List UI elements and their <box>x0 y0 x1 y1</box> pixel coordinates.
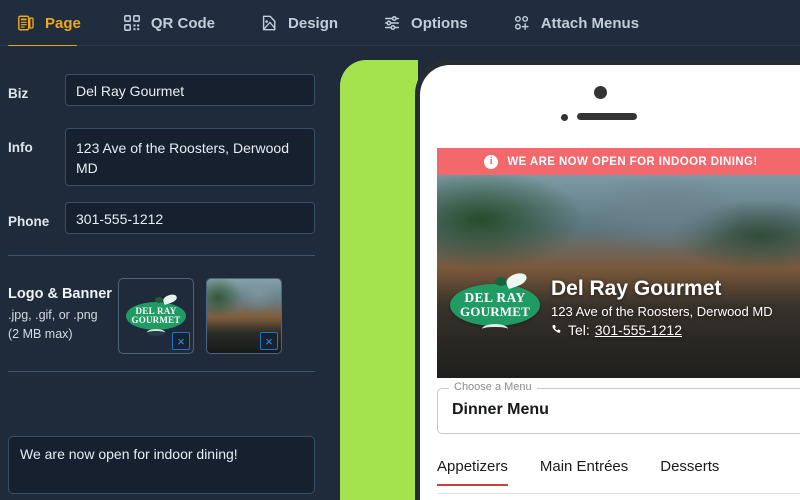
biz-input[interactable]: Del Ray Gourmet <box>65 74 315 106</box>
tab-qr-code[interactable]: QR Code <box>122 0 215 46</box>
tab-page-label: Page <box>45 14 81 32</box>
phone-mockup-frame: i WE ARE NOW OPEN FOR INDOOR DINING! DEL… <box>415 60 800 500</box>
preview-alert-banner: i WE ARE NOW OPEN FOR INDOOR DINING! <box>437 148 800 175</box>
logo-banner-labels: Logo & Banner .jpg, .gif, or .png (2 MB … <box>8 278 118 354</box>
logo-leaf-dark-icon <box>155 297 163 303</box>
tab-design-label: Design <box>288 14 339 32</box>
message-textarea[interactable]: We are now open for indoor dining! <box>8 436 315 494</box>
logo-leaf-light-icon <box>162 293 178 305</box>
tab-options-label: Options <box>411 14 468 32</box>
phone-screen: i WE ARE NOW OPEN FOR INDOOR DINING! DEL… <box>420 65 800 500</box>
tab-options[interactable]: Options <box>382 0 468 46</box>
tab-qr-code-label: QR Code <box>150 14 216 32</box>
divider-upper <box>8 255 315 256</box>
logo-banner-title: Logo & Banner <box>8 286 112 302</box>
biz-label: Biz <box>8 86 29 101</box>
preview-hero-image: DEL RAY GOURMET Del Ray Gourmet 123 Ave … <box>437 175 800 378</box>
preview-business-address: 123 Ave of the Roosters, Derwood MD <box>551 304 773 320</box>
logo-oval-shape: DEL RAY GOURMET <box>126 302 186 330</box>
preview-business-info: Del Ray Gourmet 123 Ave of the Roosters,… <box>551 274 773 338</box>
phone-input[interactable]: 301-555-1212 <box>65 202 315 234</box>
phone-camera-icon <box>594 86 607 99</box>
phone-icon <box>552 325 561 333</box>
info-label: Info <box>8 140 33 155</box>
remove-logo-button[interactable]: × <box>172 332 190 350</box>
hero-logo-oval: DEL RAY GOURMET <box>450 284 540 326</box>
design-icon <box>259 13 279 33</box>
preview-alert-text: WE ARE NOW OPEN FOR INDOOR DINING! <box>507 155 758 168</box>
logo-banner-section: Logo & Banner .jpg, .gif, or .png (2 MB … <box>8 278 315 354</box>
upload-thumbnails: DEL RAY GOURMET × × <box>118 278 282 354</box>
phone-label: Phone <box>8 214 50 229</box>
preview-accent-panel <box>340 60 418 500</box>
info-input[interactable]: 123 Ave of the Roosters, Derwood MD <box>65 128 315 186</box>
logo-banner-maxsize: (2 MB max) <box>8 327 73 342</box>
sliders-icon <box>382 13 402 33</box>
menu-select[interactable]: Choose a Menu Dinner Menu <box>437 381 800 434</box>
menu-tab-appetizers[interactable]: Appetizers <box>437 448 508 486</box>
hero-logo-line2: GOURMET <box>459 304 530 320</box>
hero-swirl-icon <box>482 324 508 334</box>
preview-tel-number[interactable]: 301-555-1212 <box>595 322 682 338</box>
preview-tel-prefix: Tel: <box>568 322 590 339</box>
field-info: Info 123 Ave of the Roosters, Derwood MD <box>8 128 315 186</box>
field-phone: Phone 301-555-1212 <box>8 202 315 234</box>
tab-page[interactable]: Page <box>16 0 81 46</box>
attach-menus-icon <box>512 13 532 33</box>
logo-thumbnail[interactable]: DEL RAY GOURMET × <box>118 278 194 354</box>
preview-business-overlay: DEL RAY GOURMET Del Ray Gourmet 123 Ave … <box>437 270 800 378</box>
top-tab-bar: Page QR Code Design Options Attach Menus <box>0 0 800 46</box>
menu-tab-main-entrees[interactable]: Main Entrées <box>540 448 628 486</box>
field-biz: Biz Del Ray Gourmet <box>8 74 315 106</box>
logo-banner-formats: .jpg, .gif, or .png <box>8 308 98 322</box>
phone-notch-area <box>420 65 800 140</box>
phone-sensor-icon <box>561 114 568 121</box>
tab-design[interactable]: Design <box>259 0 338 46</box>
divider-lower <box>8 371 315 372</box>
remove-banner-button[interactable]: × <box>260 332 278 350</box>
page-icon <box>16 13 36 33</box>
menu-select-label: Choose a Menu <box>449 381 537 393</box>
banner-thumbnail[interactable]: × <box>206 278 282 354</box>
phone-speaker-icon <box>577 113 637 120</box>
hero-logo-line1: DEL RAY <box>464 290 526 306</box>
preview-logo: DEL RAY GOURMET <box>449 270 541 336</box>
menu-select-value: Dinner Menu <box>452 401 549 418</box>
tab-attach-menus-label: Attach Menus <box>540 14 640 32</box>
logo-line2: GOURMET <box>131 315 181 325</box>
menu-tab-desserts[interactable]: Desserts <box>660 448 719 486</box>
preview-business-name: Del Ray Gourmet <box>551 277 722 300</box>
logo-swirl-icon <box>147 329 165 336</box>
preview-business-phone[interactable]: Tel: 301-555-1212 <box>551 322 773 338</box>
edit-form-panel: Biz Del Ray Gourmet Info 123 Ave of the … <box>0 46 340 500</box>
qr-code-icon <box>122 13 142 33</box>
info-icon: i <box>484 154 499 169</box>
menu-category-tabs: Appetizers Main Entrées Desserts <box>437 448 800 494</box>
tab-attach-menus[interactable]: Attach Menus <box>512 0 639 46</box>
